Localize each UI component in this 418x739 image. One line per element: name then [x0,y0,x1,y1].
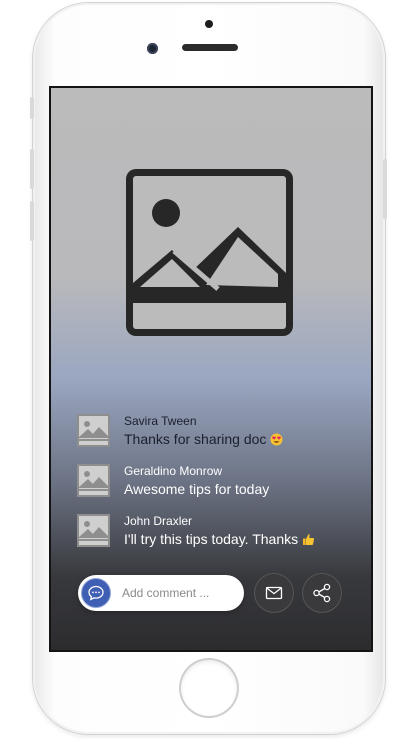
comment-list: Savira Tween Thanks for sharing doc Gera… [77,411,357,561]
heart-eyes-emoji-icon [270,433,283,446]
comment-author: Geraldino Monrow [124,464,223,478]
avatar-image-icon [77,514,110,547]
comment-text: I'll try this tips today. Thanks [124,531,315,547]
comment-author: John Draxler [124,514,193,528]
comment-button[interactable] [81,578,111,608]
comment-composer [78,575,244,611]
comment-text: Thanks for sharing doc [124,431,283,447]
screen: Savira Tween Thanks for sharing doc Gera… [51,88,371,650]
mail-icon [265,586,283,600]
thumbs-up-emoji-icon [303,534,315,545]
earpiece-speaker [182,44,238,51]
comment-item: Savira Tween Thanks for sharing doc [77,411,357,461]
mute-switch [30,97,34,119]
comment-input[interactable] [122,583,240,603]
share-icon [313,583,331,603]
avatar-image-icon [77,464,110,497]
power-button [383,159,387,219]
comment-author: Savira Tween [124,414,197,428]
front-camera [147,43,158,54]
comment-item: John Draxler I'll try this tips today. T… [77,511,357,561]
home-button[interactable] [181,660,237,716]
proximity-sensor [205,20,213,28]
avatar-image-icon [77,414,110,447]
image-placeholder-icon [126,169,293,336]
comment-text: Awesome tips for today [124,481,270,497]
comment-bubble-icon [88,585,104,601]
volume-down-button [30,201,34,241]
volume-up-button [30,149,34,189]
mail-button[interactable] [255,574,293,612]
comment-item: Geraldino Monrow Awesome tips for today [77,461,357,511]
share-button[interactable] [303,574,341,612]
